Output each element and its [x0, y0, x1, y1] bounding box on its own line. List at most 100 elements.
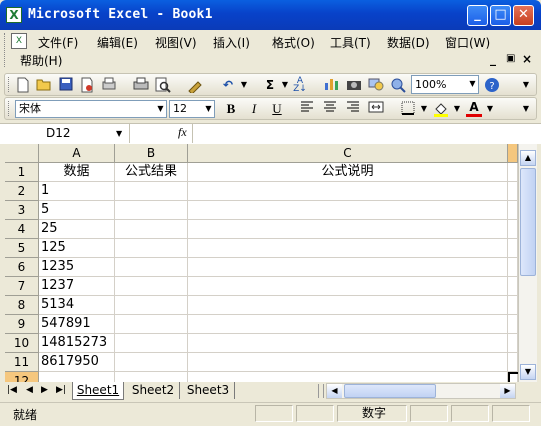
tab-split-handle[interactable] [318, 384, 324, 398]
doc-close-button[interactable]: × [522, 52, 532, 66]
print-icon[interactable] [133, 77, 149, 93]
row-header[interactable]: 5 [5, 239, 39, 258]
font-color-dropdown-icon[interactable]: ▼ [482, 101, 498, 117]
row-header[interactable]: 11 [5, 353, 39, 372]
help-icon[interactable]: ? [484, 77, 500, 93]
column-header-c[interactable]: C [188, 144, 508, 163]
align-right-icon[interactable] [345, 101, 361, 117]
table-cell[interactable] [188, 334, 508, 353]
formula-input[interactable] [194, 124, 539, 143]
table-cell[interactable] [39, 372, 115, 382]
row-header[interactable]: 4 [5, 220, 39, 239]
row-header[interactable]: 6 [5, 258, 39, 277]
font-name-dropdown-icon[interactable]: ▼ [155, 101, 166, 117]
formatting-grip[interactable] [8, 101, 12, 116]
table-cell[interactable] [508, 201, 518, 220]
table-cell[interactable]: 8617950 [39, 353, 115, 372]
table-cell[interactable] [115, 372, 188, 382]
table-cell[interactable] [188, 315, 508, 334]
row-header[interactable]: 9 [5, 315, 39, 334]
camera-icon[interactable] [346, 77, 362, 93]
table-cell[interactable] [188, 372, 508, 382]
table-cell[interactable] [508, 334, 518, 353]
research-icon[interactable] [390, 77, 406, 93]
table-cell[interactable] [115, 277, 188, 296]
borders-dropdown-icon[interactable]: ▼ [416, 101, 432, 117]
table-cell[interactable] [508, 258, 518, 277]
menu-file[interactable]: 文件(F) [38, 34, 78, 51]
minimize-button[interactable]: _ [467, 5, 488, 26]
print-preview-icon[interactable] [101, 77, 117, 93]
zoom-combo[interactable]: 100% ▼ [411, 75, 479, 94]
workbook-icon[interactable]: X [11, 33, 27, 49]
table-cell[interactable] [508, 182, 518, 201]
tab-sheet2[interactable]: Sheet2 [127, 382, 180, 399]
table-cell[interactable] [115, 258, 188, 277]
row-header[interactable]: 3 [5, 201, 39, 220]
table-cell[interactable]: 1235 [39, 258, 115, 277]
tab-sheet1[interactable]: Sheet1 [72, 382, 124, 400]
table-cell[interactable] [115, 182, 188, 201]
formatting-options-icon[interactable]: ▼ [518, 101, 534, 117]
font-name-combo[interactable]: 宋体 ▼ [15, 100, 167, 118]
fill-color-icon[interactable] [433, 101, 449, 117]
table-cell[interactable] [188, 182, 508, 201]
column-header-b[interactable]: B [115, 144, 188, 163]
undo-icon[interactable]: ↶ [220, 77, 236, 93]
menu-edit[interactable]: 编辑(E) [97, 34, 138, 51]
scroll-left-icon[interactable]: ◀ [327, 384, 342, 398]
select-all-corner[interactable] [5, 144, 39, 163]
table-cell[interactable] [115, 201, 188, 220]
table-cell[interactable] [508, 315, 518, 334]
column-header-a[interactable]: A [39, 144, 115, 163]
table-cell[interactable]: 547891 [39, 315, 115, 334]
name-box-dropdown-icon[interactable]: ▼ [116, 124, 122, 143]
table-cell[interactable]: 公式结果 [115, 163, 188, 182]
horizontal-scroll-thumb[interactable] [344, 384, 436, 398]
permission-icon[interactable] [79, 77, 95, 93]
open-icon[interactable] [36, 77, 52, 93]
bold-button[interactable]: B [223, 101, 239, 117]
table-cell[interactable] [115, 220, 188, 239]
first-sheet-icon[interactable]: |◀ [7, 385, 17, 395]
align-center-icon[interactable] [322, 101, 338, 117]
menu-help[interactable]: 帮助(H) [20, 52, 62, 69]
toolbar-options-icon[interactable]: ▼ [518, 77, 534, 93]
scroll-up-icon[interactable]: ▲ [520, 150, 536, 166]
table-cell[interactable] [115, 239, 188, 258]
table-cell[interactable] [115, 296, 188, 315]
menu-view[interactable]: 视图(V) [155, 34, 197, 51]
row-header[interactable]: 12 [5, 372, 39, 382]
table-cell[interactable] [188, 239, 508, 258]
doc-minimize-button[interactable]: _ [490, 52, 496, 66]
autosum-icon[interactable]: Σ [262, 77, 278, 93]
toolbar-grip[interactable] [8, 77, 12, 92]
excel-app-icon[interactable]: X [6, 7, 22, 23]
prev-sheet-icon[interactable]: ◀ [26, 385, 33, 395]
chart-wizard-icon[interactable] [324, 77, 340, 93]
row-header[interactable]: 7 [5, 277, 39, 296]
drawing-icon[interactable] [368, 77, 384, 93]
borders-icon[interactable] [400, 101, 416, 117]
save-icon[interactable] [58, 77, 74, 93]
table-cell[interactable] [508, 220, 518, 239]
vertical-scroll-thumb[interactable] [520, 168, 536, 276]
table-cell[interactable]: 5134 [39, 296, 115, 315]
zoom-dropdown-icon[interactable]: ▼ [467, 76, 478, 93]
table-cell[interactable] [188, 258, 508, 277]
vertical-scrollbar[interactable]: ▲ ▼ [518, 144, 537, 382]
doc-restore-button[interactable]: ▣ [506, 53, 515, 64]
last-sheet-icon[interactable]: ▶| [56, 385, 66, 395]
table-cell[interactable]: 14815273 [39, 334, 115, 353]
insert-function-icon[interactable]: fx [178, 125, 187, 140]
align-left-icon[interactable] [299, 101, 315, 117]
font-size-combo[interactable]: 12 ▼ [169, 100, 215, 118]
menu-data[interactable]: 数据(D) [387, 34, 430, 51]
table-cell[interactable] [115, 315, 188, 334]
table-cell[interactable] [508, 163, 518, 182]
table-cell[interactable]: 公式说明 [188, 163, 508, 182]
column-header-d[interactable] [508, 144, 518, 163]
table-cell[interactable]: 125 [39, 239, 115, 258]
menu-window[interactable]: 窗口(W) [445, 34, 490, 51]
table-cell[interactable] [188, 296, 508, 315]
